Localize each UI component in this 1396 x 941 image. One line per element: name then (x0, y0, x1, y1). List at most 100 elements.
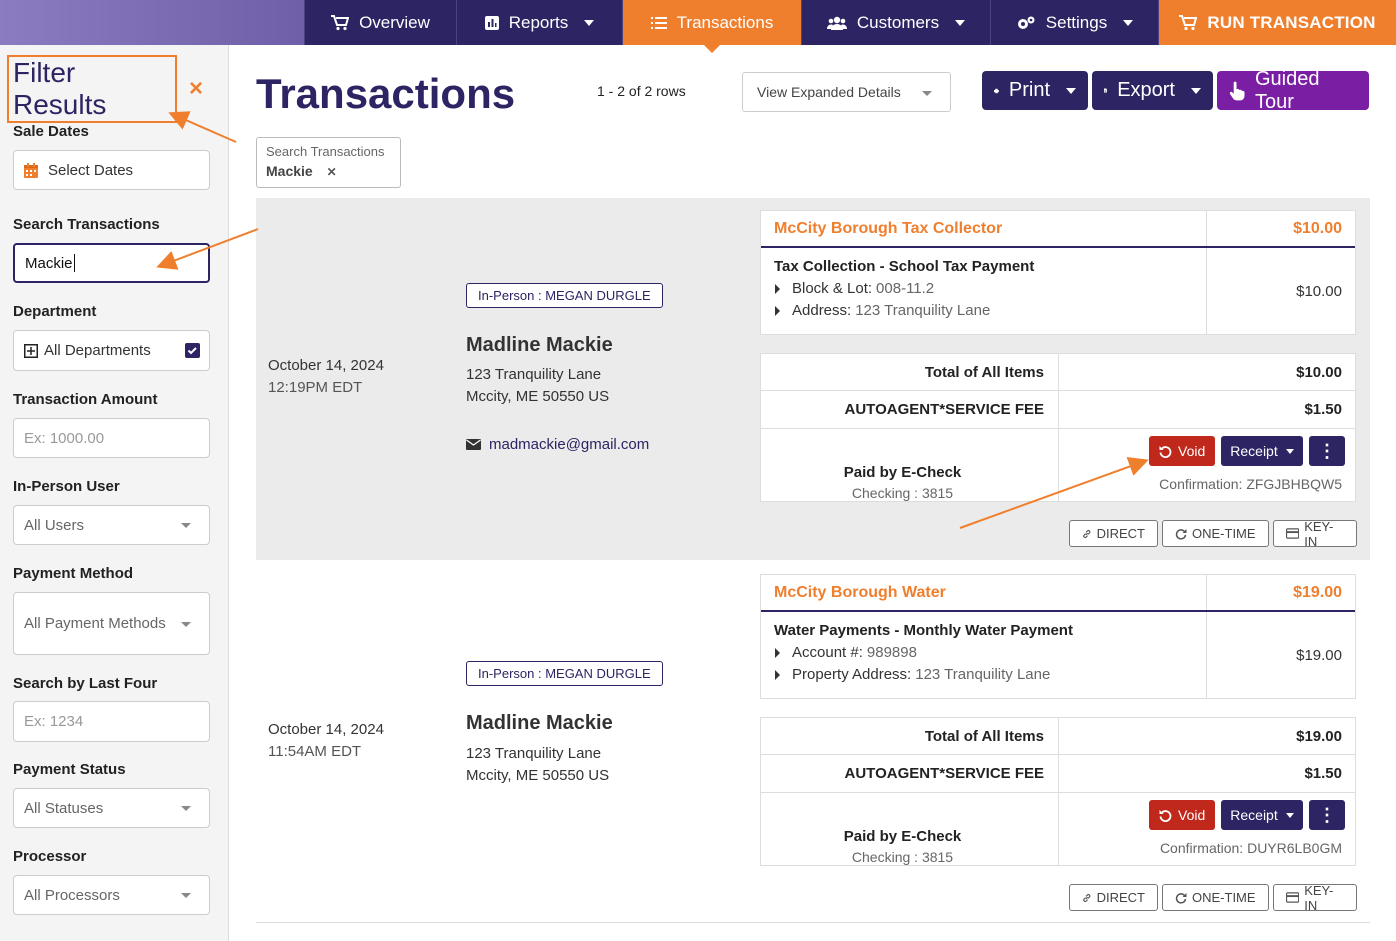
tag-key-in: KEY-IN (1273, 883, 1357, 913)
users-icon (826, 16, 847, 30)
credit-card-icon (1286, 528, 1300, 539)
search-input-value: Mackie (25, 254, 73, 272)
customer-address-line1: 123 Tranquility Lane (466, 745, 602, 762)
processor-select[interactable]: All Processors (13, 875, 210, 915)
detail-value: 123 Tranquility Lane (915, 666, 1051, 683)
nav-settings[interactable]: Settings (990, 0, 1158, 45)
list-icon (650, 16, 667, 29)
detail-value: 008-11.2 (876, 280, 935, 297)
nav-overview[interactable]: Overview (304, 0, 456, 45)
redo-icon (1175, 892, 1187, 904)
caret-right-icon (775, 305, 780, 316)
checkbox-checked-icon[interactable] (185, 343, 200, 358)
more-options-button[interactable]: ⋮ (1309, 800, 1345, 830)
transaction-amount-placeholder: Ex: 1000.00 (24, 429, 105, 447)
tag-one-time-label: ONE-TIME (1192, 890, 1256, 905)
fee-label: AUTOAGENT*SERVICE FEE (761, 755, 1059, 792)
transaction-time: 11:54AM EDT (268, 743, 362, 760)
more-options-button[interactable]: ⋮ (1309, 436, 1345, 466)
page-title: Transactions (256, 70, 516, 117)
search-input[interactable]: Mackie (13, 243, 210, 283)
calendar-icon (24, 162, 38, 178)
print-label: Print (1008, 79, 1050, 101)
department-value: All Departments (44, 342, 151, 359)
last-four-placeholder: Ex: 1234 (24, 713, 84, 730)
paid-by-account: Checking : 3815 (851, 485, 954, 501)
service-name: Tax Collection - School Tax Payment (774, 258, 1035, 275)
close-icon[interactable]: × (189, 75, 203, 103)
payment-method-value: All Payment Methods (24, 615, 166, 632)
run-transaction-button[interactable]: RUN TRANSACTION (1158, 0, 1396, 45)
export-button[interactable]: Export (1092, 71, 1213, 110)
void-label: Void (1178, 807, 1206, 823)
tag-one-time: ONE-TIME (1162, 520, 1269, 547)
line-amount: $19.00 (1296, 646, 1342, 664)
nav-settings-label: Settings (1045, 12, 1108, 32)
receipt-label: Receipt (1230, 443, 1278, 459)
guided-tour-button[interactable]: Guided Tour (1217, 68, 1369, 113)
receipt-button[interactable]: Receipt (1221, 436, 1303, 466)
transaction-tags: DIRECT ONE-TIME KEY-IN (1069, 519, 1357, 549)
transaction-amount-input[interactable]: Ex: 1000.00 (13, 418, 210, 458)
in-person-badge: In-Person : MEGAN DURGLE (466, 283, 663, 308)
chip-label: Search Transactions (266, 144, 385, 159)
customer-address-line2: Mccity, ME 50550 US (466, 388, 610, 405)
transaction-amount-label: Transaction Amount (13, 391, 158, 408)
guided-tour-label: Guided Tour (1254, 67, 1320, 113)
total-value: $19.00 (1296, 727, 1342, 745)
department-select[interactable]: All Departments (13, 330, 210, 371)
payment-status-select[interactable]: All Statuses (13, 788, 210, 828)
bar-chart-icon (484, 15, 499, 30)
in-person-badge: In-Person : MEGAN DURGLE (466, 661, 663, 686)
sale-dates-picker[interactable]: Select Dates (13, 150, 210, 190)
customer-name[interactable]: Madline Mackie (466, 712, 613, 735)
undo-icon (1159, 445, 1172, 458)
total-value: $10.00 (1296, 363, 1342, 381)
row-divider (256, 922, 1370, 923)
nav-reports[interactable]: Reports (456, 0, 622, 45)
in-person-user-label: In-Person User (13, 478, 120, 495)
department-label: Department (13, 303, 97, 320)
detail-key: Account #: (792, 644, 863, 661)
customer-email-text: madmackie@gmail.com (489, 436, 650, 453)
customer-name[interactable]: Madline Mackie (466, 334, 613, 357)
detail-row: Block & Lot: 008-11.2 (774, 280, 1193, 297)
expanded-details-select[interactable]: View Expanded Details (742, 72, 951, 112)
payee-panel: McCity Borough Water $19.00 Water Paymen… (760, 574, 1356, 699)
customer-address-line2: Mccity, ME 50550 US (466, 767, 610, 784)
brand-strip (0, 0, 304, 45)
void-button[interactable]: Void (1149, 436, 1216, 466)
customer-email[interactable]: madmackie@gmail.com (466, 436, 649, 453)
chip-remove-icon[interactable]: ✕ (327, 165, 337, 179)
filter-title: Filter Results (13, 57, 107, 120)
print-button[interactable]: Print (982, 71, 1088, 110)
customer-address-line1: 123 Tranquility Lane (466, 366, 602, 383)
in-person-user-select[interactable]: All Users (13, 505, 210, 545)
transaction-time: 12:19PM EDT (268, 379, 363, 396)
detail-key: Property Address: (792, 666, 912, 683)
nav-transactions[interactable]: Transactions (622, 0, 801, 53)
payee-amount: $10.00 (1293, 220, 1342, 237)
cart-icon (331, 14, 350, 30)
line-amount: $10.00 (1296, 282, 1342, 300)
chevron-down-icon (955, 19, 966, 26)
envelope-icon (466, 439, 481, 450)
detail-row: Address: 123 Tranquility Lane (774, 302, 1193, 319)
void-button[interactable]: Void (1149, 800, 1216, 830)
hand-pointer-icon (1229, 81, 1245, 100)
top-navigation: Overview Reports Transactions Customers … (0, 0, 1396, 53)
payment-method-select[interactable]: All Payment Methods (13, 592, 210, 655)
last-four-input[interactable]: Ex: 1234 (13, 701, 210, 742)
transaction-date: October 14, 2024 (268, 721, 384, 738)
fee-value: $1.50 (1304, 765, 1342, 782)
total-label: Total of All Items (761, 354, 1059, 390)
nav-overview-label: Overview (359, 12, 430, 32)
search-transactions-label: Search Transactions (13, 216, 160, 233)
payment-status-value: All Statuses (24, 799, 104, 817)
chevron-down-icon (1285, 812, 1294, 818)
paid-by-label: Paid by E-Check (843, 464, 962, 481)
file-excel-icon (1104, 88, 1108, 93)
nav-customers[interactable]: Customers (801, 0, 990, 45)
receipt-button[interactable]: Receipt (1221, 800, 1303, 830)
nav-transactions-label: Transactions (676, 12, 774, 32)
